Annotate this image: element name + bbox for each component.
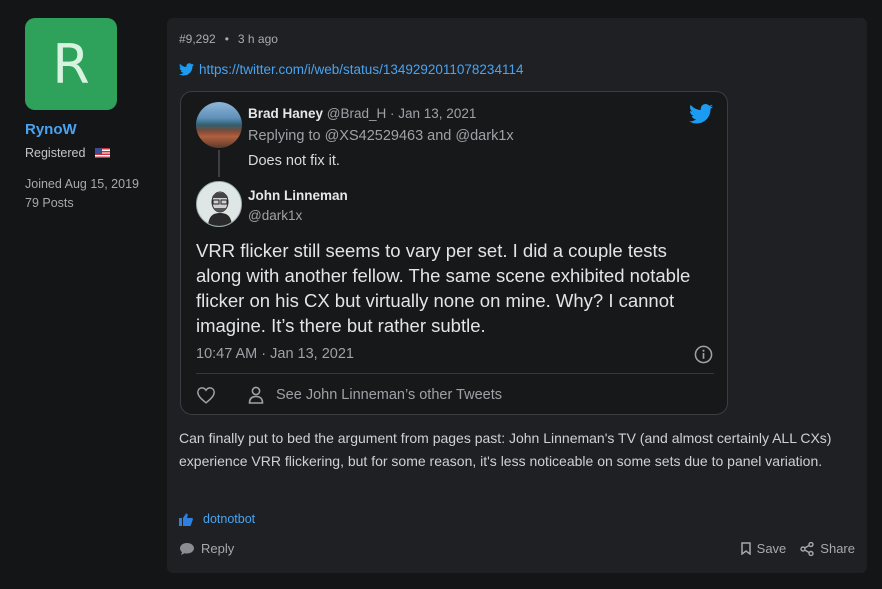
reply-author-avatar[interactable] [196,102,242,148]
post-time[interactable]: 3 h ago [238,32,278,46]
save-label: Save [756,541,787,556]
separator: • [224,32,229,46]
thumbs-up-icon [179,513,193,526]
tweet-text: VRR flicker still seems to vary per set.… [196,240,691,336]
username-link[interactable]: RynoW [25,121,77,138]
user-title-text: Registered [25,146,86,160]
speech-bubble-icon [179,542,195,556]
info-icon[interactable] [694,345,713,364]
tweet-timestamp[interactable]: 10:47 AM · Jan 13, 2021 [196,346,354,362]
post-count: 79 Posts [25,196,74,210]
user-sidebar: R RynoW Registered Joined Aug 15, 2019 7… [0,0,166,589]
share-label: Share [820,541,855,556]
reply-author-name[interactable]: Brad Haney @Brad_H · Jan 13, 2021 [248,106,476,121]
thread-line [218,150,220,177]
post-header: #9,292 • 3 h ago [179,32,278,46]
post-number[interactable]: #9,292 [179,32,216,46]
us-flag-icon [95,148,111,158]
user-meta: Joined Aug 15, 2019 79 Posts [25,175,139,213]
bookmark-icon [740,542,751,555]
reply-button[interactable]: Reply [179,541,234,556]
reply-label: Reply [201,541,235,556]
avatar[interactable]: R [25,18,117,110]
twitter-bird-icon [179,63,194,76]
post-panel: #9,292 • 3 h ago https://twitter.com/i/w… [167,18,867,573]
joined-date: Joined Aug 15, 2019 [25,177,139,191]
author-name[interactable]: John Linneman [248,188,348,203]
share-icon [800,541,814,556]
heart-icon[interactable] [196,386,216,404]
other-tweets-link[interactable]: See John Linneman’s other Tweets [276,387,502,403]
tweet-link-line: https://twitter.com/i/web/status/1349292… [179,62,523,77]
tweet-actions: See John Linneman’s other Tweets [196,386,502,404]
tweet-divider [196,373,714,374]
author-handle[interactable]: @dark1x [248,208,302,223]
author-avatar[interactable] [196,181,242,227]
reactions-bar: dotnotbot [179,512,255,526]
twitter-logo-icon[interactable] [689,104,713,124]
post-actions: Save Share [740,541,855,556]
person-icon [248,386,264,404]
embedded-tweet[interactable]: Brad Haney @Brad_H · Jan 13, 2021 Replyi… [180,91,728,415]
reply-text: Does not fix it. [248,153,340,169]
share-button[interactable]: Share [800,541,855,556]
post-body-text: Can finally put to bed the argument from… [179,430,832,469]
reply-author-handle: @Brad_H · Jan 13, 2021 [326,106,477,121]
reaction-user-link[interactable]: dotnotbot [203,512,255,526]
save-button[interactable]: Save [740,541,787,556]
tweet-url-link[interactable]: https://twitter.com/i/web/status/1349292… [199,62,523,77]
user-title: Registered [25,146,111,160]
replying-to[interactable]: Replying to @XS42529463 and @dark1x [248,128,514,144]
